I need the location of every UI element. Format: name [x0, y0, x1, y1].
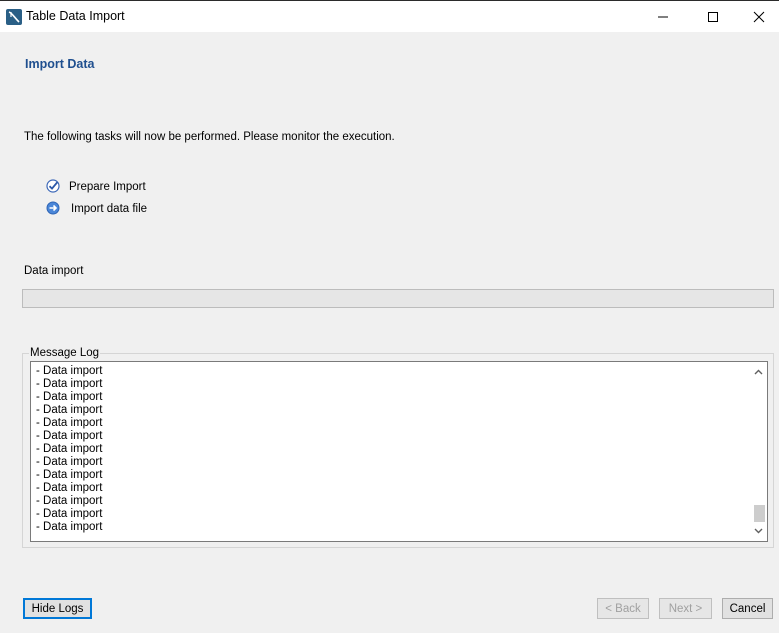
log-line: - Data import [36, 456, 103, 468]
log-lines: - Data import - Data import - Data import -… [36, 365, 102, 534]
chevron-down-icon [754, 528, 763, 534]
log-line: - Data import [36, 521, 103, 533]
log-line: - Data import [36, 378, 103, 390]
page-heading: Import Data [25, 57, 95, 71]
log-line: - Data import [36, 495, 103, 507]
maximize-icon [707, 12, 718, 22]
title-bar: Table Data Import [0, 0, 779, 32]
progress-label: Data import [24, 265, 84, 277]
log-line: - Data import [36, 482, 103, 494]
chevron-up-icon [754, 369, 763, 375]
task-prepare-import: Prepare Import [46, 178, 146, 196]
close-button[interactable] [736, 2, 779, 32]
log-line: - Data import [36, 417, 103, 429]
checkmark-icon [46, 178, 60, 196]
message-log-group: Message Log - Data import - Data import - … [22, 347, 774, 548]
maximize-button[interactable] [690, 2, 735, 32]
task-label: Prepare Import [69, 181, 146, 193]
window-title: Table Data Import [26, 9, 125, 23]
cancel-button[interactable]: Cancel [722, 598, 773, 619]
scroll-down-button[interactable] [750, 523, 767, 539]
intro-text: The following tasks will now be performe… [24, 131, 395, 143]
close-icon [753, 11, 764, 23]
task-label: Import data file [71, 203, 148, 215]
hide-logs-button[interactable]: Hide Logs [23, 598, 92, 619]
minimize-icon [657, 16, 668, 18]
log-line: - Data import [36, 391, 103, 403]
arrow-right-circle-icon [46, 201, 60, 218]
minimize-button[interactable] [640, 2, 685, 32]
scroll-thumb[interactable] [754, 505, 765, 522]
next-button[interactable]: Next > [659, 598, 712, 619]
log-line: - Data import [36, 404, 103, 416]
back-button[interactable]: < Back [597, 598, 649, 619]
log-line: - Data import [36, 430, 103, 442]
message-log[interactable]: - Data import - Data import - Data import -… [30, 361, 768, 542]
mysql-workbench-icon [6, 9, 22, 25]
log-line: - Data import [36, 469, 103, 481]
log-line: - Data import [36, 443, 103, 455]
scroll-up-button[interactable] [750, 364, 767, 380]
message-log-legend: Message Log [29, 347, 101, 359]
task-import-data-file: Import data file [46, 201, 147, 217]
log-scrollbar[interactable] [750, 362, 767, 541]
log-line: - Data import [36, 365, 103, 377]
log-line: - Data import [36, 508, 103, 520]
progress-bar [22, 289, 774, 308]
